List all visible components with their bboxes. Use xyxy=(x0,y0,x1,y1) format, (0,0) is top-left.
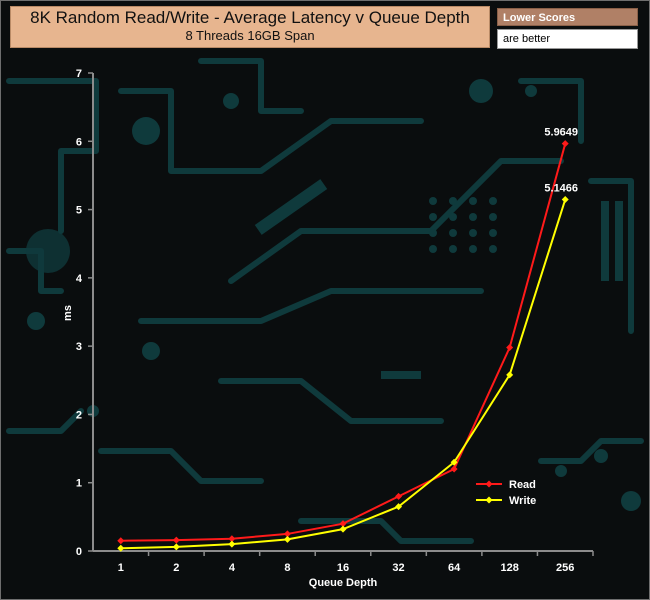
x-tick-label: 64 xyxy=(448,562,461,574)
write-data-label: 5.1466 xyxy=(544,183,578,195)
x-tick-label: 1 xyxy=(118,562,124,574)
read-legend-marker xyxy=(485,480,493,488)
read-data-point xyxy=(395,492,403,500)
y-tick-label: 7 xyxy=(76,68,82,80)
write-data-point xyxy=(172,543,180,551)
read-data-point xyxy=(172,536,180,544)
line-chart: 0 1 2 3 4 5 6 7 1 2 4 8 16 32 64 128 256 ms Queue Depth… xyxy=(62,68,594,589)
read-series-line xyxy=(120,143,567,542)
x-tick-label: 128 xyxy=(500,562,518,574)
y-tick-label: 1 xyxy=(76,478,82,490)
write-data-point xyxy=(228,540,236,548)
x-tick-label: 8 xyxy=(284,562,290,574)
write-data-point xyxy=(339,525,347,533)
read-legend-label: Read xyxy=(509,479,536,491)
x-tick-label: 16 xyxy=(337,562,349,574)
write-data-point xyxy=(283,535,291,543)
x-tick-label: 4 xyxy=(229,562,236,574)
y-tick-label: 4 xyxy=(76,273,83,285)
read-data-point xyxy=(561,140,569,148)
x-tick-label: 256 xyxy=(556,562,574,574)
y-ticks: 0 1 2 3 4 5 6 7 xyxy=(76,68,93,558)
x-tick-label: 2 xyxy=(173,562,179,574)
read-data-point xyxy=(506,344,514,352)
y-tick-label: 5 xyxy=(76,205,82,217)
write-legend-marker xyxy=(485,496,493,504)
write-legend-label: Write xyxy=(509,495,536,507)
x-axis-label: Queue Depth xyxy=(309,577,378,589)
read-data-point xyxy=(450,465,458,473)
x-tick-label: 32 xyxy=(392,562,404,574)
chart-frame: 8K Random Read/Write - Average Latency v… xyxy=(0,0,650,600)
write-data-point xyxy=(561,196,569,204)
legend: Read Write xyxy=(476,479,536,507)
read-data-point xyxy=(117,537,125,545)
y-tick-label: 0 xyxy=(76,546,82,558)
y-tick-label: 6 xyxy=(76,136,82,148)
x-ticks: 1 2 4 8 16 32 64 128 256 xyxy=(118,551,594,574)
y-tick-label: 3 xyxy=(76,341,82,353)
y-axis-label: ms xyxy=(62,305,74,321)
read-data-label: 5.9649 xyxy=(544,127,578,139)
series-layer xyxy=(117,140,569,552)
y-tick-label: 2 xyxy=(76,409,82,421)
